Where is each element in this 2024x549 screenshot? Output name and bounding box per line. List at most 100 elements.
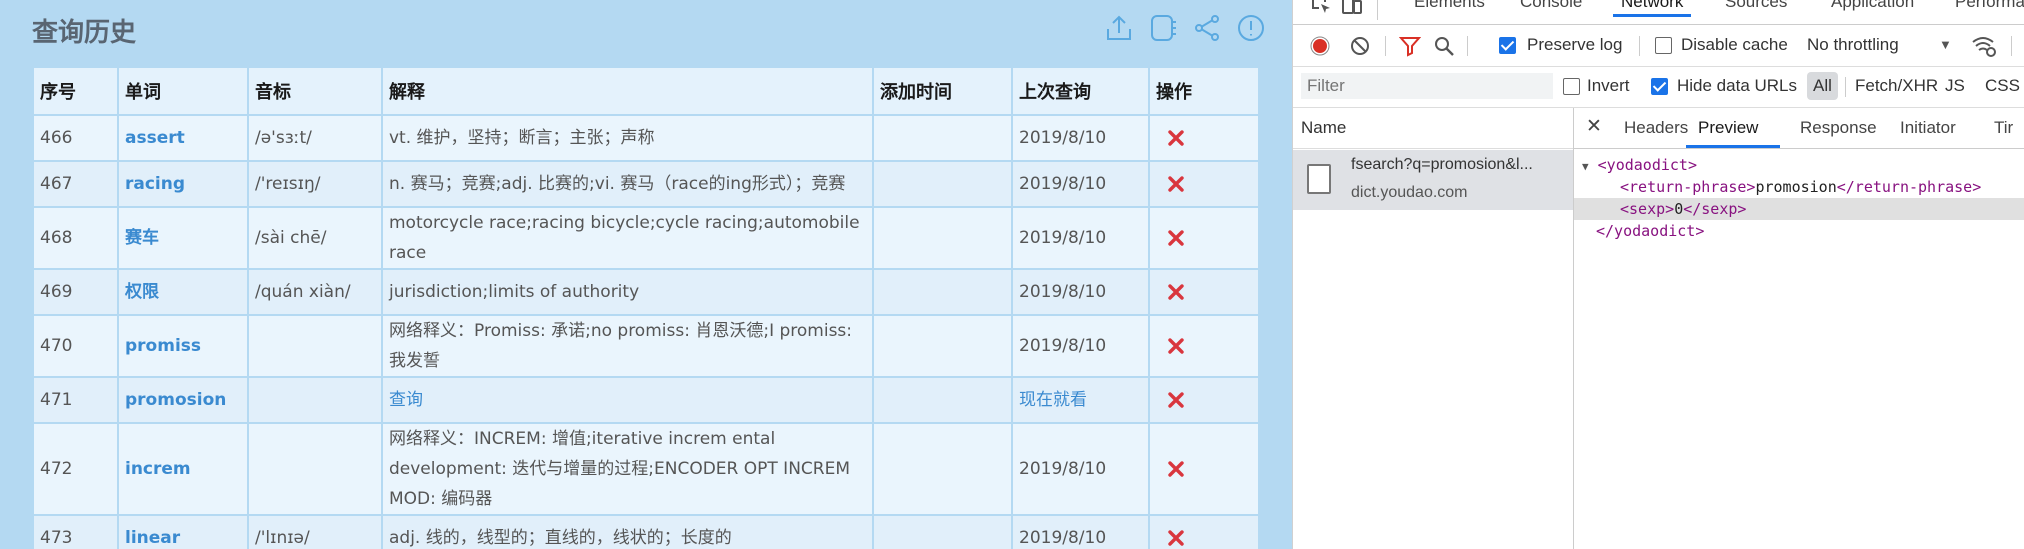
- type-filter-css[interactable]: CSS: [1985, 76, 2020, 96]
- device-toolbar-icon[interactable]: [1341, 0, 1363, 16]
- delete-icon[interactable]: [1168, 388, 1184, 408]
- toolbar-separator: [2011, 36, 2012, 56]
- hide-data-urls-checkbox[interactable]: [1651, 78, 1668, 95]
- row-view-now-link[interactable]: 现在就看: [1011, 376, 1150, 424]
- toolbar-separator: [1845, 77, 1846, 97]
- type-filter-all[interactable]: All: [1807, 72, 1838, 100]
- tab-sources[interactable]: Sources: [1717, 0, 1795, 12]
- inspect-element-icon[interactable]: [1311, 0, 1333, 16]
- row-word[interactable]: linear: [117, 514, 249, 549]
- tab-application[interactable]: Application: [1823, 0, 1922, 12]
- row-phonetic: /ə'sɜːt/: [247, 114, 383, 162]
- row-last-query: 2019/8/10: [1011, 114, 1150, 162]
- expand-triangle-icon[interactable]: ▼: [1582, 160, 1589, 173]
- row-id: 466: [32, 114, 119, 162]
- delete-icon[interactable]: [1168, 457, 1184, 477]
- chevron-down-icon[interactable]: ▼: [1939, 37, 1952, 52]
- xml-line: </yodaodict>: [1574, 220, 2024, 242]
- history-page: 查询历史 序号 单词 音标 解释 添加时间 上次查询 操作 466 assert…: [0, 0, 1292, 549]
- delete-icon[interactable]: [1168, 280, 1184, 300]
- row-phonetic: /'reɪsɪŋ/: [247, 160, 383, 208]
- table-row: 473 linear /'lɪnɪə/ adj. 线的，线型的；直线的，线状的；…: [32, 514, 1260, 549]
- row-definition: 网络释义：Promiss: 承诺;no promiss: 肖恩沃德;I prom…: [381, 314, 874, 378]
- request-row[interactable]: fsearch?q=promosion&l... dict.youdao.com: [1293, 150, 1573, 210]
- filter-icon[interactable]: [1399, 35, 1421, 57]
- notebook-icon[interactable]: [1146, 11, 1180, 45]
- row-word[interactable]: increm: [117, 422, 249, 516]
- table-row: 467 racing /'reɪsɪŋ/ n. 赛马；竞赛;adj. 比赛的;v…: [32, 160, 1260, 208]
- devtools-panel: Elements Console Network Sources Applica…: [1292, 0, 2024, 549]
- xml-preview: ▼ <yodaodict> <return-phrase>promosion</…: [1574, 154, 2024, 242]
- row-word[interactable]: promosion: [117, 376, 249, 424]
- row-phonetic: /quán xiàn/: [247, 268, 383, 316]
- col-header-word[interactable]: 单词: [117, 66, 249, 116]
- row-added: [872, 114, 1013, 162]
- xml-text: 0: [1674, 200, 1684, 218]
- xml-tag: <return-phrase>: [1620, 178, 1756, 196]
- close-icon[interactable]: ✕: [1586, 115, 1602, 138]
- col-header-id[interactable]: 序号: [32, 66, 119, 116]
- xml-tag: </sexp>: [1683, 200, 1747, 218]
- record-icon[interactable]: [1309, 35, 1331, 57]
- row-word[interactable]: promiss: [117, 314, 249, 378]
- table-row: 469 权限 /quán xiàn/ jurisdiction;limits o…: [32, 268, 1260, 316]
- row-word[interactable]: racing: [117, 160, 249, 208]
- row-phonetic: /'lɪnɪə/: [247, 514, 383, 549]
- tab-headers[interactable]: Headers: [1624, 118, 1688, 138]
- tab-preview[interactable]: Preview: [1698, 118, 1758, 138]
- tab-elements[interactable]: Elements: [1406, 0, 1493, 12]
- col-header-definition[interactable]: 解释: [381, 66, 874, 116]
- type-filter-js[interactable]: JS: [1945, 76, 1965, 96]
- delete-icon[interactable]: [1168, 526, 1184, 546]
- row-actions: [1148, 514, 1260, 549]
- col-header-actions: 操作: [1148, 66, 1260, 116]
- info-icon[interactable]: [1234, 11, 1268, 45]
- row-id: 468: [32, 206, 119, 270]
- col-header-last-query[interactable]: 上次查询: [1011, 66, 1150, 116]
- clear-icon[interactable]: [1349, 35, 1371, 57]
- toolbar-separator: [1377, 0, 1378, 20]
- request-name: fsearch?q=promosion&l...: [1351, 156, 1533, 173]
- delete-icon[interactable]: [1168, 226, 1184, 246]
- row-last-query: 2019/8/10: [1011, 268, 1150, 316]
- xml-tag: <yodaodict>: [1597, 156, 1697, 174]
- row-word[interactable]: 赛车: [117, 206, 249, 270]
- tab-network[interactable]: Network: [1613, 0, 1692, 17]
- tab-console[interactable]: Console: [1512, 0, 1590, 12]
- delete-icon[interactable]: [1168, 334, 1184, 354]
- row-definition-query-link[interactable]: 查询: [381, 376, 874, 424]
- throttling-select[interactable]: No throttling: [1807, 35, 1899, 55]
- tab-response[interactable]: Response: [1800, 118, 1877, 138]
- network-conditions-icon[interactable]: [1971, 34, 1997, 58]
- invert-checkbox[interactable]: [1563, 78, 1580, 95]
- row-word[interactable]: assert: [117, 114, 249, 162]
- share-icon[interactable]: [1190, 11, 1224, 45]
- row-added: [872, 314, 1013, 378]
- delete-icon[interactable]: [1168, 126, 1184, 146]
- export-icon[interactable]: [1102, 11, 1136, 45]
- col-header-added[interactable]: 添加时间: [872, 66, 1013, 116]
- col-header-phonetic[interactable]: 音标: [247, 66, 383, 116]
- tab-performance[interactable]: Performar: [1947, 0, 2024, 12]
- row-definition: motorcycle race;racing bicycle;cycle rac…: [381, 206, 874, 270]
- search-icon[interactable]: [1433, 35, 1455, 57]
- row-definition: jurisdiction;limits of authority: [381, 268, 874, 316]
- row-last-query: 2019/8/10: [1011, 422, 1150, 516]
- xml-line-selected[interactable]: <sexp>0</sexp>: [1574, 198, 2024, 220]
- tab-timing[interactable]: Tir: [1994, 118, 2013, 138]
- row-actions: [1148, 160, 1260, 208]
- toolbar-separator: [1639, 36, 1640, 56]
- type-filter-fetch-xhr[interactable]: Fetch/XHR: [1855, 76, 1938, 96]
- row-word[interactable]: 权限: [117, 268, 249, 316]
- disable-cache-checkbox[interactable]: [1655, 37, 1672, 54]
- filter-input[interactable]: [1301, 73, 1553, 99]
- row-phonetic: /sài chē/: [247, 206, 383, 270]
- row-actions: [1148, 114, 1260, 162]
- name-column-header[interactable]: Name: [1293, 108, 1573, 149]
- tab-initiator[interactable]: Initiator: [1900, 118, 1956, 138]
- table-row: 468 赛车 /sài chē/ motorcycle race;racing …: [32, 206, 1260, 270]
- row-added: [872, 268, 1013, 316]
- delete-icon[interactable]: [1168, 172, 1184, 192]
- details-tabbar: ✕ Headers Preview Response Initiator Tir: [1574, 108, 2024, 149]
- preserve-log-checkbox[interactable]: [1499, 37, 1516, 54]
